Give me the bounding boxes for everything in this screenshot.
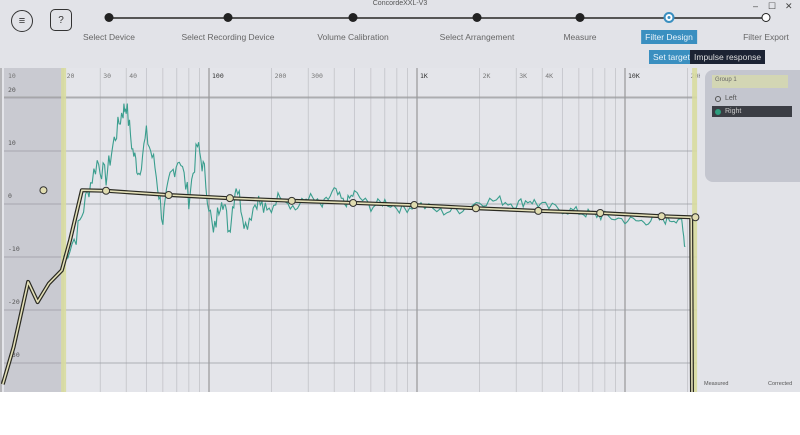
subtab-set-target[interactable]: Set target [649,50,694,64]
x-tick-label: 300 [311,72,323,80]
step-marker[interactable] [348,13,358,22]
plot-background [0,68,700,392]
channel-panel: Group 1 Left Right [705,70,800,182]
band-limit-handle[interactable] [61,68,67,392]
step-marker[interactable] [223,13,233,22]
target-handle[interactable] [410,201,419,210]
radio-icon [715,95,721,102]
y-tick-label: -20 [8,298,20,306]
step-label[interactable]: Select Recording Device [181,32,274,42]
step-label[interactable]: Volume Calibration [317,32,388,42]
x-tick-label: 2K [483,72,491,80]
menu-icon: ≡ [18,15,26,27]
window-title: ConcordeXXL-V3 [372,0,428,7]
help-icon: ? [58,14,64,26]
channel-right[interactable]: Right [712,106,792,117]
step-label[interactable]: Select Device [83,32,135,42]
help-button[interactable]: ? [50,9,72,31]
x-tick-label: 4K [545,72,553,80]
x-tick-label: 200 [275,72,287,80]
x-tick-label: 20 [67,72,75,80]
x-tick-label: 10K [628,72,640,80]
step-marker[interactable] [472,13,482,22]
legend-measured: Measured [704,381,729,387]
radio-icon [715,108,721,115]
channel-label: Right [725,108,742,115]
step-label[interactable]: Select Arrangement [440,32,515,42]
x-tick-label: 40 [129,72,137,80]
target-handle[interactable] [39,186,48,195]
target-handle[interactable] [287,196,296,205]
target-handle[interactable] [102,186,111,195]
target-handle[interactable] [691,213,700,222]
target-handle[interactable] [534,206,543,215]
step-label[interactable]: Filter Design [641,30,697,44]
x-tick-label: 3K [519,72,527,80]
target-handle[interactable] [471,204,480,213]
target-handle[interactable] [596,209,605,218]
menu-button[interactable]: ≡ [11,10,33,32]
channel-label: Left [725,95,737,102]
minimize-button[interactable]: – [753,1,758,11]
y-tick-label: -10 [8,245,20,253]
step-marker[interactable] [663,12,675,23]
step-marker[interactable] [761,13,771,22]
group-label[interactable]: Group 1 [712,75,788,88]
step-label[interactable]: Measure [563,32,596,42]
subtab-impulse-response[interactable]: Impulse response [690,50,766,64]
x-tick-label: 1K [420,72,428,80]
close-button[interactable]: ✕ [785,1,793,12]
y-tick-label: 0 [8,192,12,200]
target-handle[interactable] [164,190,173,199]
step-marker[interactable] [104,13,114,22]
y-tick-label: 20 [8,86,16,94]
target-handle[interactable] [225,194,234,203]
maximize-button[interactable]: ☐ [768,1,776,12]
target-handle[interactable] [657,212,666,221]
app-window: ConcordeXXL-V3 – ☐ ✕ ≡ ? Select Device Se… [0,0,800,392]
channel-left[interactable]: Left [712,93,792,104]
frequency-response-chart[interactable]: 102030401002003001K2K3K4K10K20K20100-10-… [0,68,700,392]
step-marker[interactable] [575,13,585,22]
target-handle[interactable] [349,198,358,207]
legend-corrected: Corrected [768,381,793,387]
x-tick-label: 30 [103,72,111,80]
x-tick-label: 10 [8,72,16,80]
step-label[interactable]: Filter Export [743,32,789,42]
x-tick-label: 100 [212,72,224,80]
y-tick-label: 10 [8,139,16,147]
